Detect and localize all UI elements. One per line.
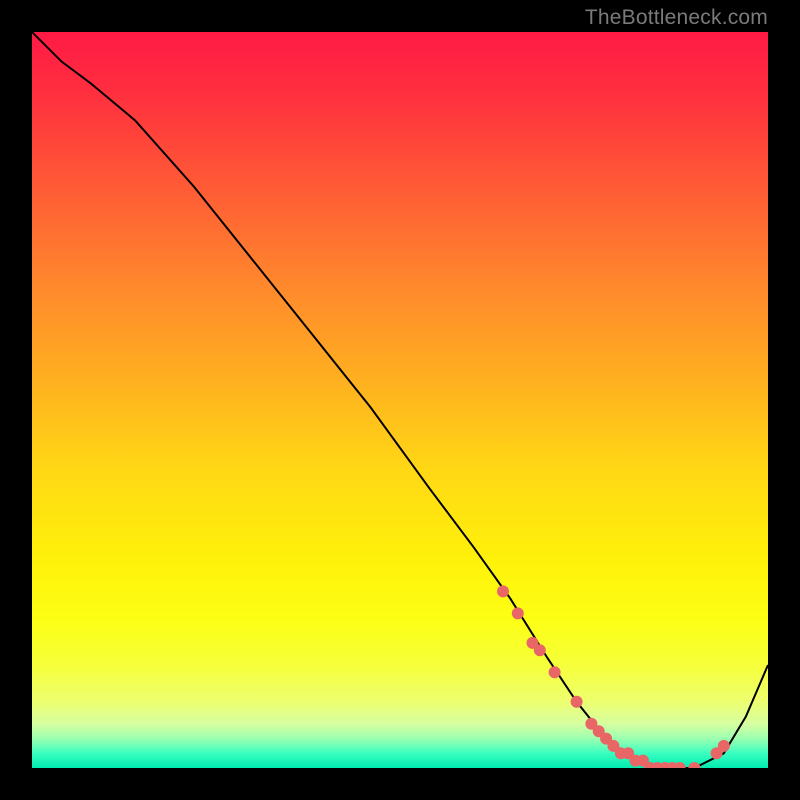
- dot: [549, 666, 561, 678]
- highlight-dots: [497, 585, 730, 768]
- plot-area: [32, 32, 768, 768]
- chart-frame: TheBottleneck.com: [0, 0, 800, 800]
- curve-svg: [32, 32, 768, 768]
- dot: [688, 762, 700, 768]
- main-curve: [32, 32, 768, 768]
- dot: [534, 644, 546, 656]
- dot: [674, 762, 686, 768]
- dot: [718, 740, 730, 752]
- dot: [571, 696, 583, 708]
- dot: [497, 585, 509, 597]
- watermark-text: TheBottleneck.com: [585, 6, 768, 30]
- dot: [512, 607, 524, 619]
